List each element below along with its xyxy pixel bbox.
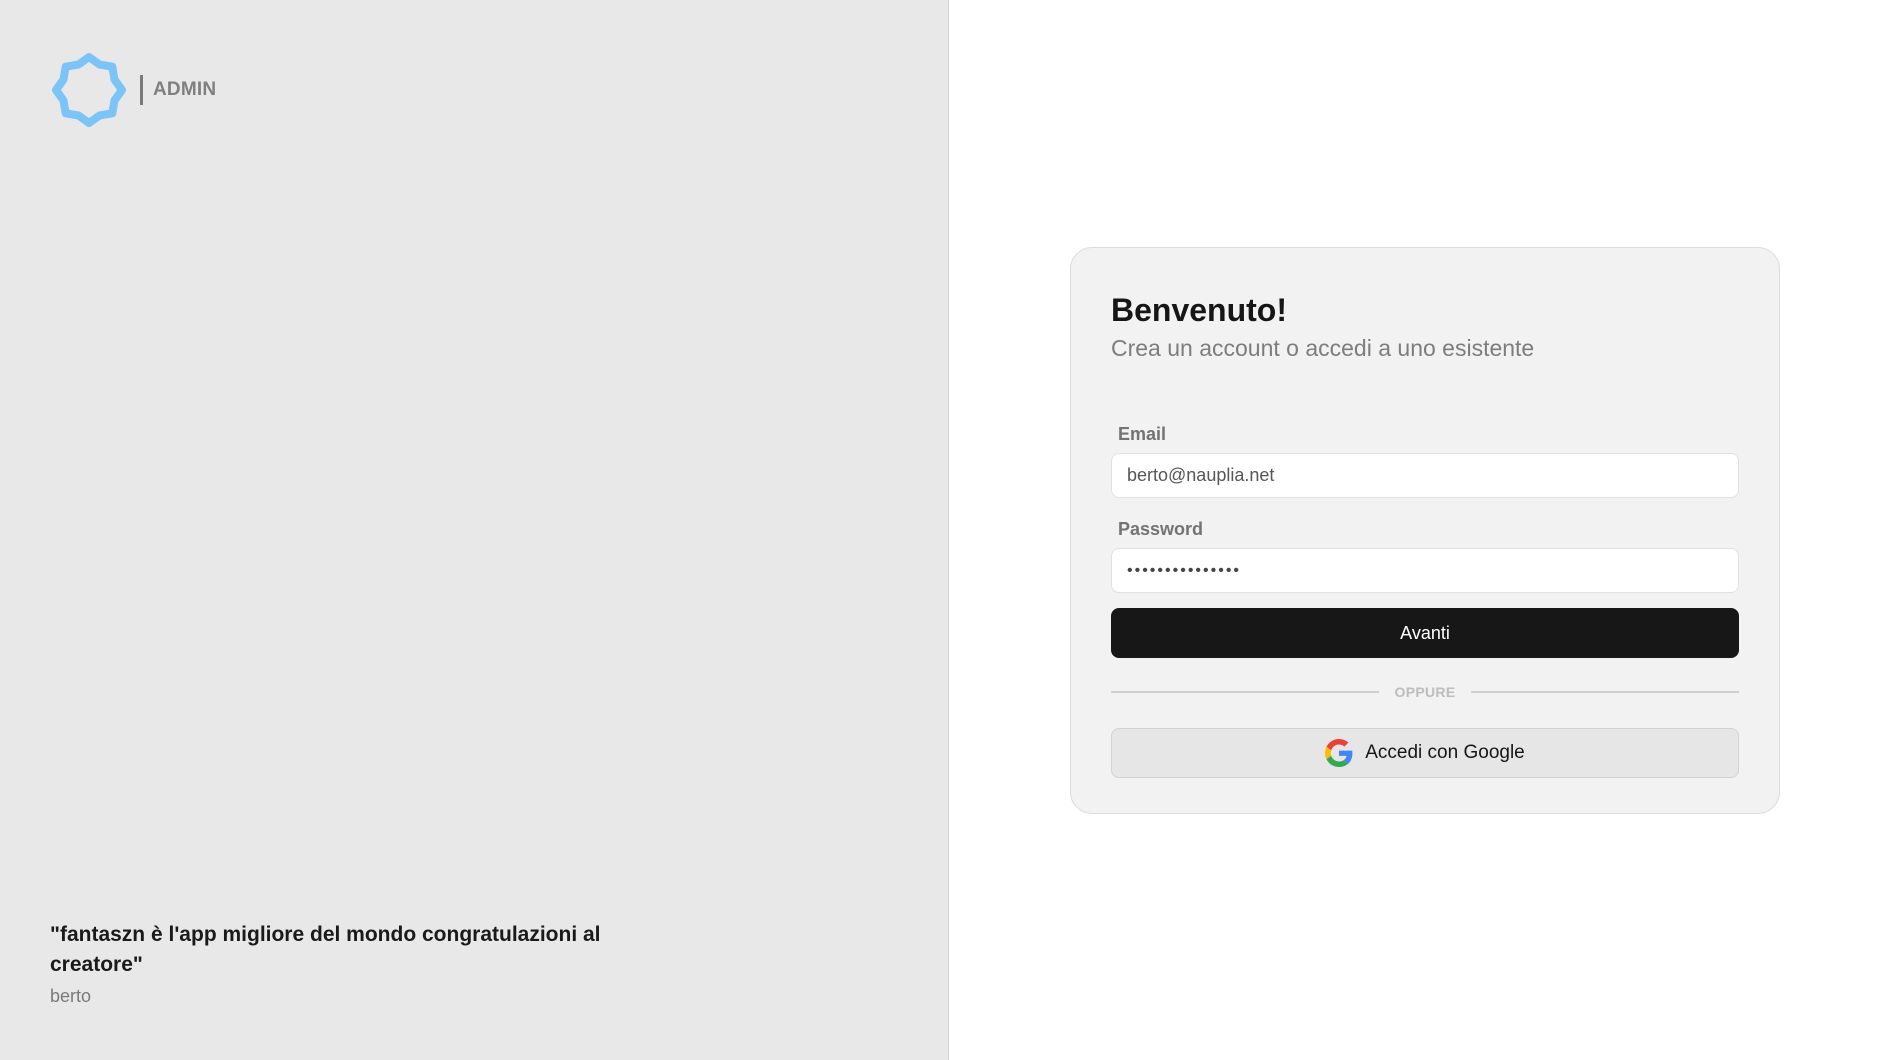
google-signin-label: Accedi con Google (1365, 742, 1525, 763)
brand-header: ADMIN (52, 53, 216, 127)
page-title: Benvenuto! (1111, 292, 1287, 328)
testimonial-author: berto (50, 986, 92, 1006)
email-label: Email (1118, 424, 1167, 444)
or-divider: OPPURE (1111, 682, 1739, 702)
testimonial-quote: "fantaszn è l'app migliore del mondo con… (50, 923, 601, 976)
brand-panel: ADMIN "fantaszn è l'app migliore del mon… (0, 0, 949, 1060)
next-button-label: Avanti (1400, 622, 1450, 643)
auth-panel: Benvenuto! Crea un account o accedi a un… (949, 0, 1900, 1060)
email-field[interactable]: berto@nauplia.net (1111, 453, 1739, 498)
star-badge-icon (52, 53, 126, 127)
login-page: ADMIN "fantaszn è l'app migliore del mon… (0, 0, 1900, 1060)
email-value: berto@nauplia.net (1127, 465, 1275, 485)
page-subtitle: Crea un account o accedi a uno esistente (1111, 335, 1535, 361)
divider-label: OPPURE (1394, 684, 1456, 700)
divider-line-left (1111, 691, 1379, 693)
password-value: ••••••••••••••• (1127, 561, 1242, 579)
testimonial: "fantaszn è l'app migliore del mondo con… (50, 920, 650, 1007)
brand-divider (140, 75, 143, 105)
divider-line-right (1471, 691, 1739, 693)
login-card: Benvenuto! Crea un account o accedi a un… (1070, 247, 1780, 814)
google-signin-button[interactable]: Accedi con Google (1111, 728, 1739, 778)
brand-label: ADMIN (153, 79, 217, 100)
password-label: Password (1118, 519, 1204, 539)
google-icon (1325, 739, 1353, 767)
next-button[interactable]: Avanti (1111, 608, 1739, 658)
password-field[interactable]: ••••••••••••••• (1111, 548, 1739, 593)
